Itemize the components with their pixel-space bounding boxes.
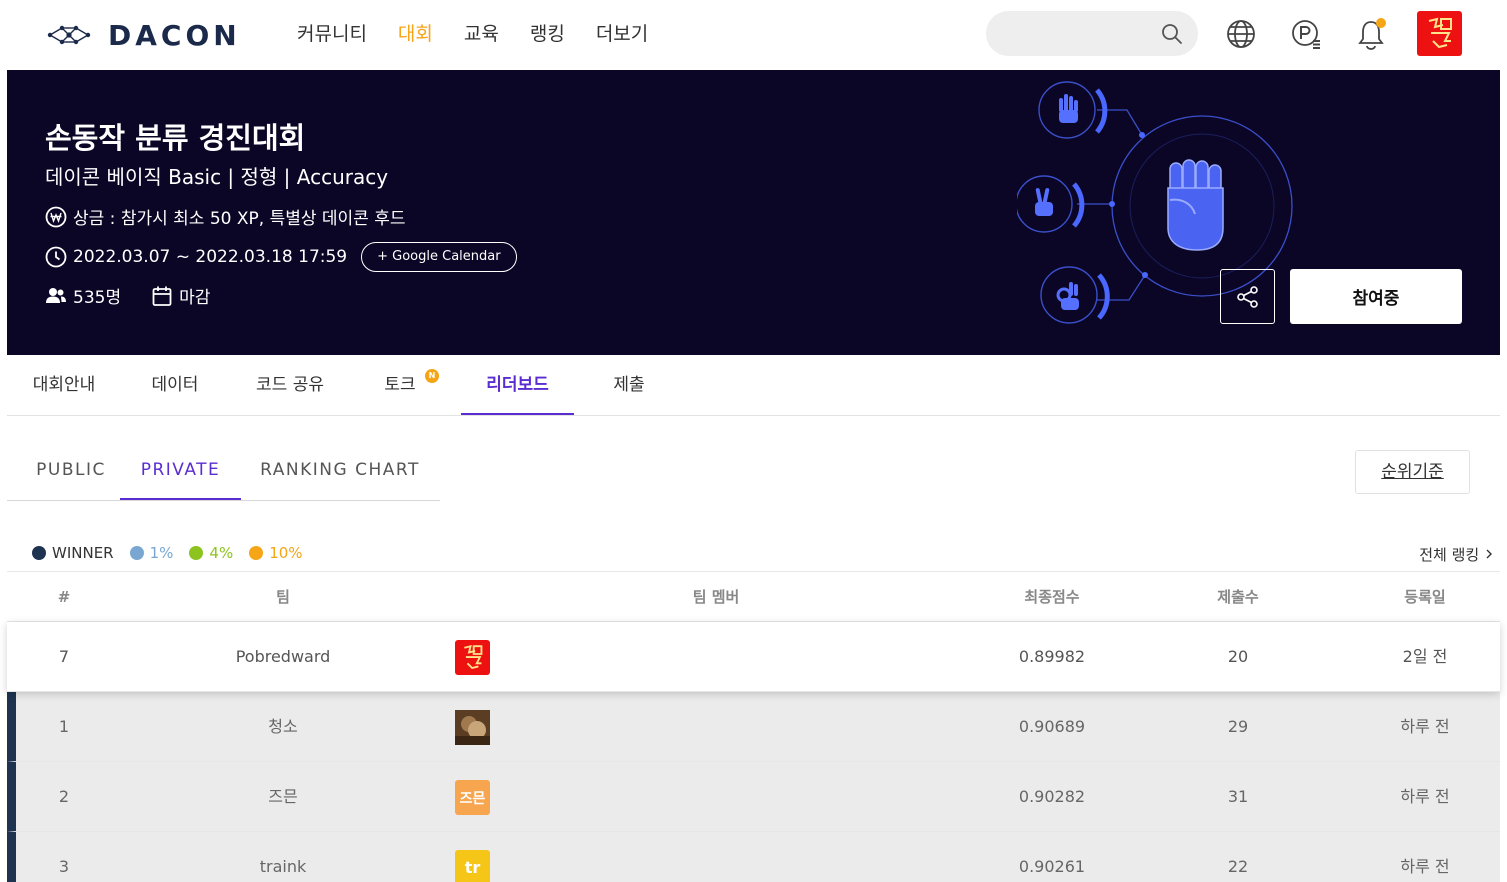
- row-rank: 3: [58, 857, 70, 876]
- col-submissions: 제출수: [1217, 588, 1259, 606]
- row-team-name[interactable]: traink: [260, 832, 307, 882]
- search-input[interactable]: [986, 11, 1198, 56]
- competition-subtitle: 데이콘 베이직 Basic | 정형 | Accuracy: [45, 165, 389, 189]
- photo-avatar-icon: [455, 710, 490, 745]
- row-date: 하루 전: [1400, 787, 1450, 806]
- top10-dot: [249, 546, 264, 560]
- row-submissions: 29: [1227, 717, 1249, 736]
- period-text: 2022.03.07 ~ 2022.03.18 17:59: [73, 247, 348, 267]
- tab-submit[interactable]: 제출: [605, 355, 653, 415]
- competition-banner: 손동작 분류 경진대회 데이콘 베이직 Basic | 정형 | Accurac…: [7, 70, 1500, 355]
- row-rank: 1: [58, 717, 70, 736]
- menu-item-education[interactable]: 교육: [464, 20, 499, 48]
- main-menu: 커뮤니티 대회 교육 랭킹 더보기: [297, 20, 679, 48]
- table-row[interactable]: 1 청소 0.90689 29 하루 전: [7, 692, 1500, 762]
- row-date: 하루 전: [1400, 717, 1450, 736]
- menu-item-competition[interactable]: 대회: [398, 20, 433, 48]
- participants-count: 535명: [73, 288, 122, 308]
- new-badge: N: [425, 369, 439, 383]
- member-avatar[interactable]: [455, 640, 490, 675]
- legend-10-percent: 10%: [249, 544, 303, 562]
- prize-row: 상금 : 참가시 최소 50 XP, 특별상 데이콘 후드: [45, 204, 406, 229]
- row-score: 0.90282: [1018, 787, 1086, 806]
- table-row[interactable]: 3 traink tr 0.90261 22 하루 전: [7, 832, 1500, 882]
- competition-status: 마감: [179, 288, 211, 308]
- table-row[interactable]: 2 즈믄 즈믄 0.90282 31 하루 전: [7, 762, 1500, 832]
- leaderboard-header: # 팀 팀 멤버 최종점수 제출수 등록일: [7, 571, 1500, 622]
- logo-text: DACON: [108, 18, 241, 52]
- row-date: 하루 전: [1400, 857, 1450, 876]
- tab-data[interactable]: 데이터: [140, 355, 210, 415]
- menu-item-community[interactable]: 커뮤니티: [297, 20, 367, 48]
- row-submissions: 31: [1227, 787, 1249, 806]
- globe-icon[interactable]: [1225, 18, 1257, 50]
- period-row: 2022.03.07 ~ 2022.03.18 17:59 + Google C…: [45, 242, 517, 272]
- legend-4-percent: 4%: [189, 544, 233, 562]
- participants-icon: [46, 287, 66, 303]
- row-team-name[interactable]: 즈믄: [268, 762, 297, 832]
- member-avatar[interactable]: 즈믄: [455, 780, 490, 815]
- member-avatar[interactable]: [455, 710, 490, 745]
- competition-title: 손동작 분류 경진대회: [45, 121, 306, 155]
- row-submissions: 20: [1227, 647, 1249, 666]
- col-rank: #: [57, 588, 71, 606]
- tab-leaderboard[interactable]: 리더보드: [461, 355, 574, 415]
- winner-dot: [32, 546, 46, 560]
- prize-text: 상금 : 참가시 최소 50 XP, 특별상 데이콘 후드: [73, 209, 406, 229]
- won-coin-icon: [45, 206, 67, 227]
- col-team: 팀: [276, 588, 290, 606]
- rank-criteria-button[interactable]: 순위기준: [1355, 450, 1470, 494]
- row-team-name[interactable]: 청소: [268, 692, 297, 762]
- tier-legend: WINNER 1% 4% 10%: [32, 544, 319, 562]
- row-score: 0.90261: [1018, 857, 1086, 876]
- col-score: 최종점수: [1024, 588, 1080, 606]
- search-icon[interactable]: [1160, 22, 1184, 46]
- top4-dot: [189, 546, 204, 560]
- chevron-right-icon: [1486, 549, 1492, 559]
- stats-row: 535명 마감: [45, 283, 210, 308]
- member-avatar[interactable]: tr: [455, 850, 490, 882]
- tab-overview[interactable]: 대회안내: [21, 355, 107, 415]
- avatar-glyph-icon: [464, 644, 483, 670]
- row-team-name[interactable]: Pobredward: [236, 622, 331, 692]
- share-icon: [1236, 285, 1258, 308]
- menu-item-more[interactable]: 더보기: [596, 20, 648, 48]
- bell-icon[interactable]: [1355, 18, 1387, 50]
- subtab-ranking-chart[interactable]: RANKING CHART: [255, 443, 425, 500]
- google-calendar-button[interactable]: + Google Calendar: [361, 242, 517, 272]
- clock-icon: [45, 246, 67, 268]
- my-team-row[interactable]: 7 Pobredward 0.89982 20 2일 전: [7, 622, 1500, 692]
- user-avatar[interactable]: [1417, 11, 1462, 56]
- row-rank: 7: [58, 647, 70, 666]
- points-icon[interactable]: [1290, 18, 1322, 50]
- legend-winner: WINNER: [32, 544, 114, 562]
- top-navigation: DACON 커뮤니티 대회 교육 랭킹 더보기: [0, 0, 1507, 70]
- calendar-icon: [152, 286, 172, 306]
- subtab-private[interactable]: PRIVATE: [120, 443, 241, 500]
- row-date: 2일 전: [1402, 647, 1448, 666]
- legend-1-percent: 1%: [129, 544, 173, 562]
- top1-dot: [129, 546, 144, 560]
- col-members: 팀 멤버: [692, 588, 740, 606]
- col-date: 등록일: [1404, 588, 1446, 606]
- row-rank: 2: [58, 787, 70, 806]
- tab-talk[interactable]: 토크: [375, 355, 425, 415]
- dacon-logo[interactable]: DACON: [44, 18, 241, 52]
- avatar-glyph-icon: [1428, 17, 1452, 49]
- full-ranking-link[interactable]: 전체 랭킹: [1419, 544, 1494, 565]
- share-button[interactable]: [1220, 269, 1275, 324]
- leaderboard-subtabs: PUBLIC PRIVATE RANKING CHART: [7, 443, 440, 501]
- logo-mark-icon: [47, 25, 91, 45]
- competition-tabs: 대회안내 데이터 코드 공유 토크 N 리더보드 제출: [7, 355, 1500, 416]
- row-submissions: 22: [1227, 857, 1249, 876]
- row-score: 0.89982: [1018, 647, 1086, 666]
- join-button[interactable]: 참여중: [1290, 269, 1462, 324]
- row-score: 0.90689: [1018, 717, 1086, 736]
- menu-item-ranking[interactable]: 랭킹: [530, 20, 565, 48]
- subtab-public[interactable]: PUBLIC: [21, 443, 121, 500]
- tab-code-share[interactable]: 코드 공유: [245, 355, 335, 415]
